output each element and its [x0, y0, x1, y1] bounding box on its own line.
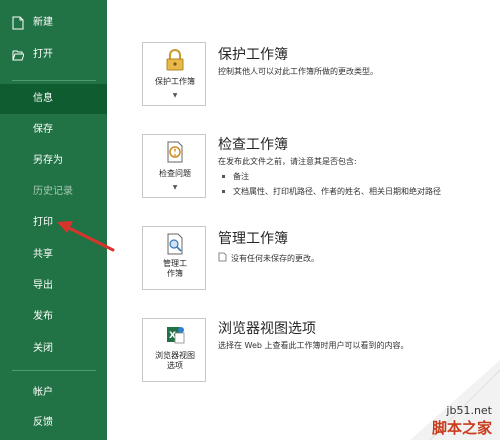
inspect-document-icon — [167, 141, 183, 163]
nav-publish[interactable]: 发布 — [0, 302, 107, 332]
nav-divider — [12, 80, 96, 81]
nav-close[interactable]: 关闭 — [0, 334, 107, 364]
protect-workbook-button[interactable]: 保护工作簿 ▼ — [142, 42, 206, 106]
annotation-arrow-icon — [57, 221, 115, 252]
nav-account-label: 帐户 — [33, 387, 53, 398]
nav-feedback[interactable]: 反馈 — [0, 408, 107, 438]
nav-divider-bottom — [12, 370, 96, 371]
nav-new[interactable]: 新建 — [0, 8, 107, 38]
excel-browser-icon: X — [167, 327, 185, 344]
nav-info-label: 信息 — [33, 93, 53, 104]
protect-workbook-button-label: 保护工作簿 — [155, 77, 195, 86]
browser-view-options-button-label: 浏览器视图 选项 — [155, 351, 195, 370]
nav-share-label: 共享 — [33, 249, 53, 260]
nav-save-as[interactable]: 另存为 — [0, 146, 107, 176]
inspect-workbook-title: 检查工作簿 — [218, 137, 288, 153]
nav-info[interactable]: 信息 — [0, 84, 107, 114]
nav-history[interactable]: 历史记录 — [0, 177, 107, 207]
watermark-site: jb51.net — [446, 404, 492, 417]
nav-close-label: 关闭 — [33, 343, 53, 354]
manage-workbook-desc: 没有任何未保存的更改。 — [218, 252, 319, 264]
inspect-bullet-comments: 备注 — [222, 171, 249, 182]
manage-workbook-title: 管理工作簿 — [218, 231, 288, 247]
nav-account[interactable]: 帐户 — [0, 378, 107, 408]
nav-open[interactable]: 打开 — [0, 40, 107, 70]
nav-save-label: 保存 — [33, 124, 53, 135]
inspect-workbook-desc: 在发布此文件之前，请注意其是否包含: — [218, 157, 357, 166]
chevron-down-icon: ▼ — [172, 92, 178, 99]
watermark: jb51.net 脚本之家 — [432, 404, 492, 438]
nav-save-as-label: 另存为 — [33, 155, 63, 166]
browser-view-options-desc: 选择在 Web 上查看此工作簿时用户可以看到的内容。 — [218, 341, 409, 350]
nav-print-label: 打印 — [33, 217, 53, 228]
lock-key-icon — [166, 49, 184, 71]
nav-feedback-label: 反馈 — [33, 417, 53, 428]
inspect-bullet-properties: 文档属性、打印机路径、作者的姓名、相关日期和绝对路径 — [222, 186, 441, 197]
new-document-icon — [12, 16, 24, 30]
folder-open-icon — [12, 50, 24, 61]
nav-export-label: 导出 — [33, 280, 53, 291]
check-for-issues-button-label: 检查问题 — [159, 169, 191, 178]
nav-publish-label: 发布 — [33, 311, 53, 322]
protect-workbook-title: 保护工作簿 — [218, 47, 288, 63]
watermark-name: 脚本之家 — [431, 419, 492, 437]
document-icon — [218, 252, 227, 262]
manage-workbook-icon — [167, 233, 183, 255]
check-for-issues-button[interactable]: 检查问题 ▼ — [142, 134, 206, 198]
manage-workbook-button[interactable]: 管理工 作簿 — [142, 226, 206, 290]
browser-view-options-button[interactable]: X 浏览器视图 选项 — [142, 318, 206, 382]
nav-new-label: 新建 — [33, 17, 53, 28]
protect-workbook-desc: 控制其他人可以对此工作簿所做的更改类型。 — [218, 67, 378, 76]
nav-export[interactable]: 导出 — [0, 271, 107, 301]
manage-workbook-button-label: 管理工 作簿 — [163, 259, 187, 278]
browser-view-options-title: 浏览器视图选项 — [218, 321, 316, 337]
nav-open-label: 打开 — [33, 49, 53, 60]
chevron-down-icon: ▼ — [172, 184, 178, 191]
nav-save[interactable]: 保存 — [0, 115, 107, 145]
nav-history-label: 历史记录 — [33, 186, 73, 197]
